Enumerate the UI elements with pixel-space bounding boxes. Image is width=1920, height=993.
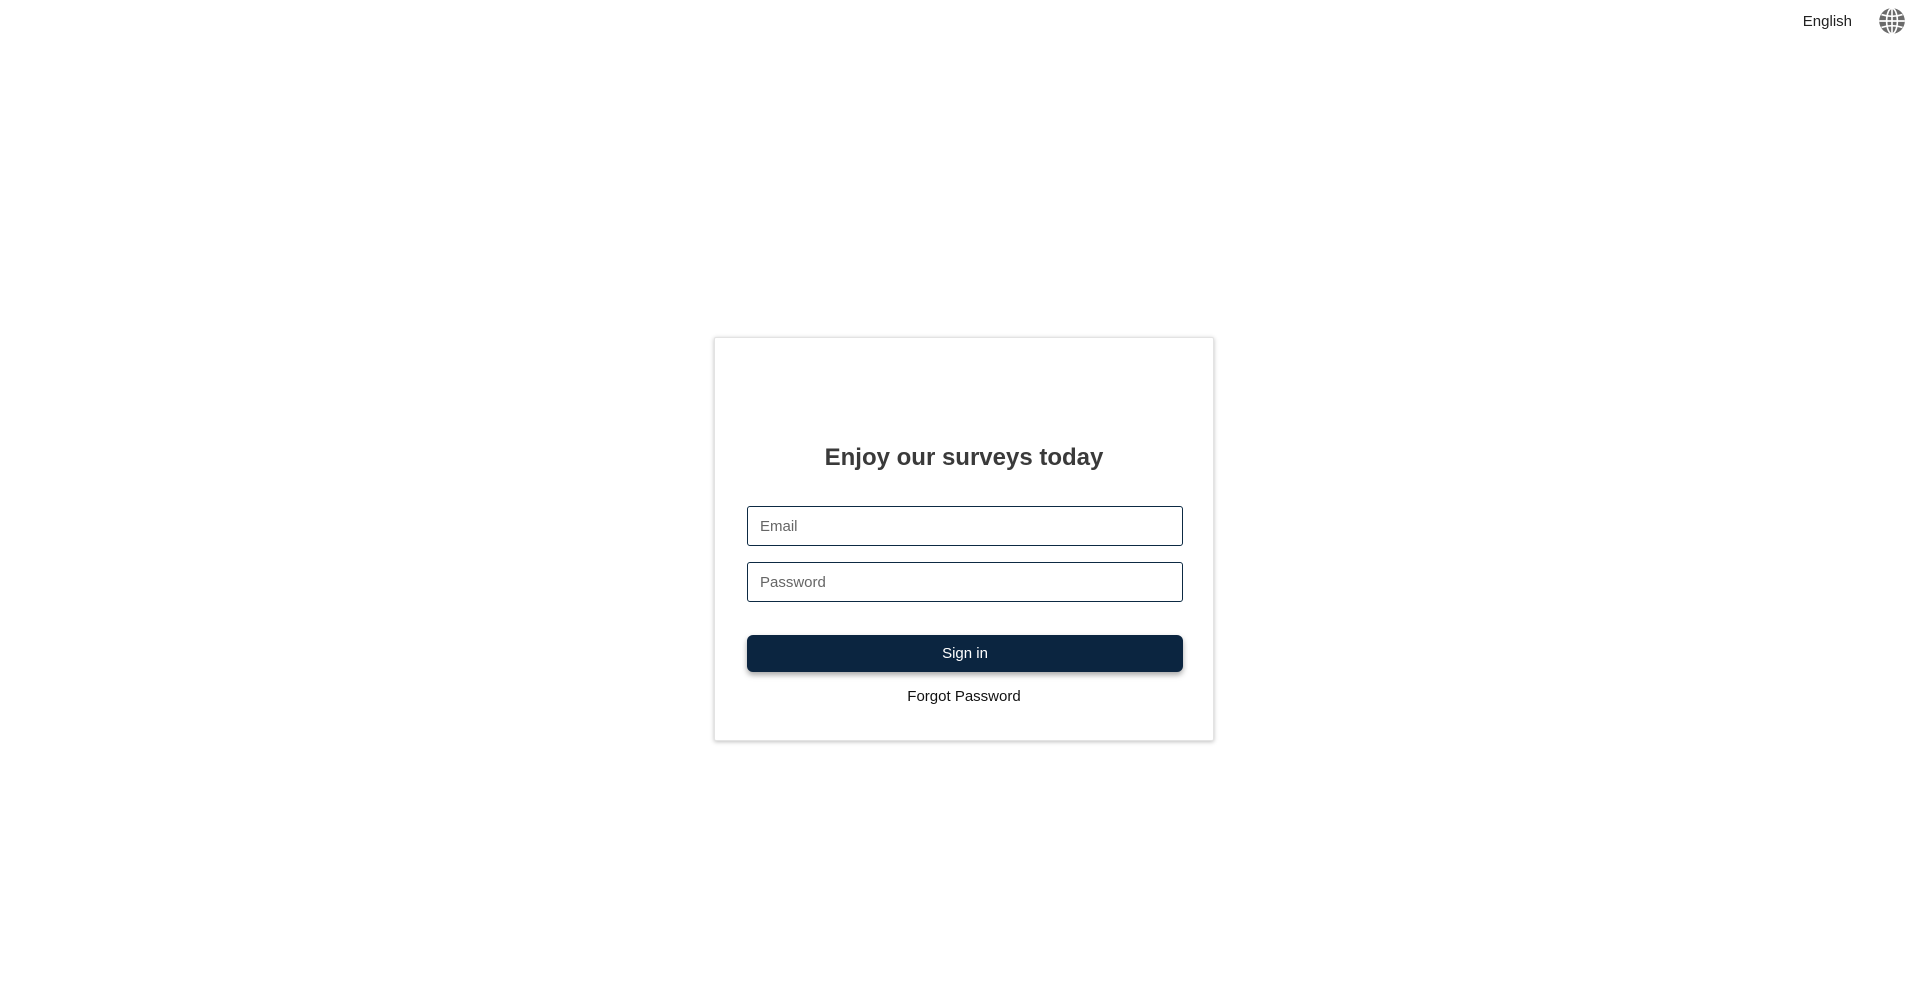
login-card: Enjoy our surveys today Sign in Forgot P… xyxy=(714,337,1214,741)
forgot-password-link[interactable]: Forgot Password xyxy=(715,688,1213,705)
password-field[interactable] xyxy=(747,562,1183,602)
page-title: Enjoy our surveys today xyxy=(824,444,1104,471)
email-field[interactable] xyxy=(747,506,1183,546)
sign-in-button[interactable]: Sign in xyxy=(747,635,1183,672)
language-switcher: English xyxy=(1803,0,1920,42)
language-label[interactable]: English xyxy=(1803,13,1852,30)
globe-icon[interactable] xyxy=(1878,7,1906,35)
